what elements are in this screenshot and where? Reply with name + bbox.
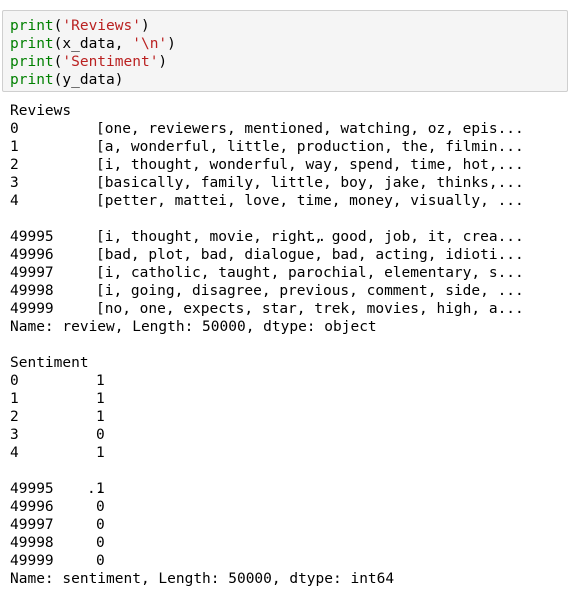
- reviews-value: [petter, mattei, love, time, money, visu…: [96, 193, 524, 209]
- reviews-index: 1: [10, 139, 19, 155]
- reviews-ellipsis-row: ...: [10, 210, 566, 245]
- sentiment-value: 0: [96, 553, 105, 569]
- reviews-row: 49996 [bad, plot, bad, dialogue, bad, act…: [10, 246, 566, 264]
- reviews-row: 1 [a, wonderful, little, production, the,…: [10, 138, 566, 156]
- sentiment-value: 0: [96, 499, 105, 515]
- reviews-value: [one, reviewers, mentioned, watching, oz…: [96, 121, 524, 137]
- sentiment-index: 49997: [10, 517, 54, 533]
- reviews-index: 4: [10, 193, 19, 209]
- reviews-value: [i, thought, wonderful, way, spend, time…: [96, 157, 524, 173]
- reviews-row: 49995 [i, thought, movie, right, good, jo…: [10, 228, 566, 246]
- reviews-value: [no, one, expects, star, trek, movies, h…: [96, 301, 524, 317]
- reviews-value: [i, catholic, taught, parochial, element…: [96, 265, 524, 281]
- reviews-header: Reviews: [10, 103, 72, 119]
- sentiment-index: 49998: [10, 535, 54, 551]
- reviews-row: 49997 [i, catholic, taught, parochial, el…: [10, 264, 566, 282]
- code-paren: ): [167, 36, 176, 52]
- sentiment-footer: Name: sentiment, Length: 50000, dtype: i…: [10, 571, 395, 587]
- sentiment-row: 11: [10, 390, 566, 408]
- reviews-value: [bad, plot, bad, dialogue, bad, acting, …: [96, 247, 524, 263]
- code-text: x_data,: [62, 36, 133, 52]
- sentiment-value: 0: [96, 517, 105, 533]
- sentiment-value: 0: [96, 427, 105, 443]
- reviews-index: 2: [10, 157, 19, 173]
- code-keyword: print: [10, 36, 54, 52]
- code-paren: ): [140, 18, 150, 34]
- reviews-index: 49997: [10, 265, 54, 281]
- reviews-row: 4 [petter, mattei, love, time, money, vis…: [10, 192, 566, 210]
- code-line: print('Reviews'): [10, 17, 150, 35]
- sentiment-index: 49999: [10, 553, 54, 569]
- reviews-rows-top: 0 [one, reviewers, mentioned, watching, o…: [10, 120, 566, 210]
- reviews-value: [basically, family, little, boy, jake, t…: [96, 175, 524, 191]
- code-cell-input[interactable]: print('Reviews') print(x_data, '\n') print…: [2, 10, 568, 92]
- sentiment-value: 1: [96, 481, 105, 497]
- code-line: print(y_data): [10, 71, 124, 89]
- code-paren: ): [114, 72, 124, 88]
- sentiment-value: 1: [96, 373, 105, 389]
- reviews-index: 49998: [10, 283, 54, 299]
- reviews-row: 2 [i, thought, wonderful, way, spend, tim…: [10, 156, 566, 174]
- sentiment-row: 01: [10, 372, 566, 390]
- reviews-index: 49996: [10, 247, 54, 263]
- code-keyword: print: [10, 54, 54, 70]
- reviews-row: 0 [one, reviewers, mentioned, watching, o…: [10, 120, 566, 138]
- code-line: print('Sentiment'): [10, 53, 167, 71]
- sentiment-header: Sentiment: [10, 355, 89, 371]
- sentiment-ellipsis-row: ..: [10, 462, 566, 497]
- reviews-index: 49995: [10, 229, 54, 245]
- reviews-row: 49998 [i, going, disagree, previous, comm…: [10, 282, 566, 300]
- sentiment-row: 49997 0: [10, 516, 566, 534]
- sentiment-value: 1: [96, 391, 105, 407]
- sentiment-row: 49996 0: [10, 498, 566, 516]
- sentiment-value: 1: [96, 445, 105, 461]
- sentiment-index: 2: [10, 409, 19, 425]
- sentiment-index: 4: [10, 445, 19, 461]
- sentiment-value: 1: [96, 409, 105, 425]
- sentiment-row: 30: [10, 426, 566, 444]
- code-string: 'Reviews': [62, 18, 141, 34]
- code-keyword: print: [10, 18, 54, 34]
- sentiment-index: 3: [10, 427, 19, 443]
- sentiment-index: 0: [10, 373, 19, 389]
- sentiment-rows-top: 0111213041: [10, 372, 566, 462]
- sentiment-index: 1: [10, 391, 19, 407]
- sentiment-row: 41: [10, 444, 566, 462]
- reviews-value: [i, thought, movie, right, good, job, it…: [96, 229, 524, 245]
- reviews-index: 0: [10, 121, 19, 137]
- reviews-value: [a, wonderful, little, production, the, …: [96, 139, 524, 155]
- reviews-row: 49999 [no, one, expects, star, trek, movi…: [10, 300, 566, 318]
- reviews-value: [i, going, disagree, previous, comment, …: [96, 283, 524, 299]
- code-line: print(x_data, '\n'): [10, 35, 176, 53]
- code-keyword: print: [10, 72, 54, 88]
- sentiment-index: 49995: [10, 481, 54, 497]
- sentiment-row: 49999 0: [10, 552, 566, 570]
- code-paren: ): [158, 54, 168, 70]
- code-text: y_data: [62, 72, 115, 88]
- reviews-index: 49999: [10, 301, 54, 317]
- sentiment-rows-bottom: 49995 1 49996 0 49997 0 49998 0 49999 0: [10, 480, 566, 570]
- sentiment-index: 49996: [10, 499, 54, 515]
- sentiment-row: 21: [10, 408, 566, 426]
- sentiment-row: 49998 0: [10, 534, 566, 552]
- reviews-rows-bottom: 49995 [i, thought, movie, right, good, jo…: [10, 228, 566, 318]
- reviews-index: 3: [10, 175, 19, 191]
- reviews-footer: Name: review, Length: 50000, dtype: obje…: [10, 319, 377, 335]
- code-string: '\n': [132, 36, 168, 52]
- reviews-row: 3 [basically, family, little, boy, jake, …: [10, 174, 566, 192]
- sentiment-value: 0: [96, 535, 105, 551]
- sentiment-row: 49995 1: [10, 480, 566, 498]
- cell-output: Reviews 0 [one, reviewers, mentioned, wat…: [10, 102, 566, 588]
- code-string: 'Sentiment': [62, 54, 159, 70]
